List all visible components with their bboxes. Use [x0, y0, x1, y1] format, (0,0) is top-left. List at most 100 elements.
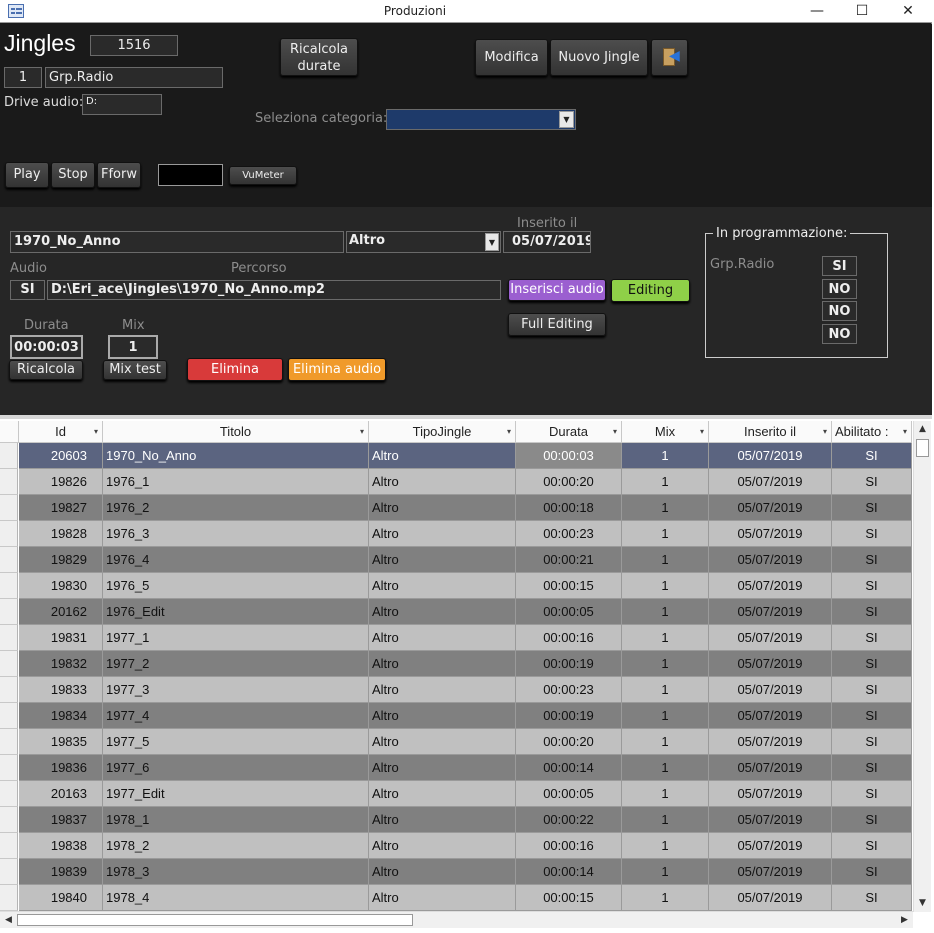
table-cell[interactable]: 1976_2 [103, 495, 369, 521]
close-button[interactable]: ✕ [885, 0, 931, 23]
programming-flag-2[interactable]: NO [822, 279, 857, 299]
record-selector[interactable] [0, 859, 18, 885]
table-cell[interactable]: 1977_2 [103, 651, 369, 677]
table-cell[interactable]: 00:00:05 [516, 781, 622, 807]
full-editing-button[interactable]: Full Editing [508, 313, 606, 336]
hscroll-thumb[interactable] [17, 914, 413, 926]
table-cell[interactable]: 1 [622, 885, 709, 911]
table-cell[interactable]: 00:00:19 [516, 703, 622, 729]
table-cell[interactable]: SI [832, 443, 912, 469]
record-selector[interactable] [0, 755, 18, 781]
group-id-field[interactable]: 1 [4, 67, 42, 88]
table-cell[interactable]: 00:00:21 [516, 547, 622, 573]
record-selector[interactable] [0, 495, 18, 521]
table-cell[interactable]: 1978_4 [103, 885, 369, 911]
table-cell[interactable]: SI [832, 495, 912, 521]
table-cell[interactable]: 1 [622, 859, 709, 885]
mix-field[interactable]: 1 [108, 335, 158, 359]
table-cell[interactable]: 05/07/2019 [709, 781, 832, 807]
table-cell[interactable]: Altro [369, 833, 516, 859]
table-cell[interactable]: 1 [622, 469, 709, 495]
table-row[interactable]: 19826 1976_1 Altro 00:00:20 1 05/07/2019 SI [0, 469, 912, 495]
table-cell[interactable]: 05/07/2019 [709, 443, 832, 469]
table-cell[interactable]: 00:00:15 [516, 885, 622, 911]
table-row[interactable]: 19831 1977_1 Altro 00:00:16 1 05/07/2019 SI [0, 625, 912, 651]
horizontal-scrollbar[interactable]: ◀ ▶ [0, 911, 913, 928]
column-header-inserito[interactable]: Inserito il ▾ [709, 421, 832, 443]
sort-arrow-icon[interactable]: ▾ [823, 421, 827, 442]
table-cell[interactable]: 1976_3 [103, 521, 369, 547]
table-cell[interactable]: 00:00:19 [516, 651, 622, 677]
nuovo-jingle-button[interactable]: Nuovo Jingle [550, 39, 648, 76]
table-cell[interactable]: Altro [369, 625, 516, 651]
elimina-button[interactable]: Elimina [187, 358, 283, 381]
table-row[interactable]: 19830 1976_5 Altro 00:00:15 1 05/07/2019 SI [0, 573, 912, 599]
table-cell[interactable]: 1977_5 [103, 729, 369, 755]
table-cell[interactable]: SI [832, 703, 912, 729]
table-row[interactable]: 19838 1978_2 Altro 00:00:16 1 05/07/2019 SI [0, 833, 912, 859]
scroll-left-arrow-icon[interactable]: ◀ [0, 912, 17, 928]
recalc-durations-button[interactable]: Ricalcola durate [280, 38, 358, 76]
table-row[interactable]: 19832 1977_2 Altro 00:00:19 1 05/07/2019 SI [0, 651, 912, 677]
table-cell[interactable]: 00:00:23 [516, 677, 622, 703]
column-header-abilitato[interactable]: Abilitato : ▾ [832, 421, 912, 443]
ricalcola-button[interactable]: Ricalcola [9, 360, 83, 380]
table-cell[interactable]: 00:00:16 [516, 833, 622, 859]
table-cell[interactable]: Altro [369, 677, 516, 703]
scroll-down-arrow-icon[interactable]: ▼ [914, 895, 931, 912]
table-cell[interactable]: 19827 [19, 495, 103, 521]
table-cell[interactable]: 00:00:05 [516, 599, 622, 625]
sort-arrow-icon[interactable]: ▾ [903, 421, 907, 442]
table-cell[interactable]: 19832 [19, 651, 103, 677]
select-all-corner[interactable] [0, 421, 19, 443]
stop-button[interactable]: Stop [51, 162, 95, 188]
table-cell[interactable]: SI [832, 885, 912, 911]
table-row[interactable]: 19840 1978_4 Altro 00:00:15 1 05/07/2019 SI [0, 885, 912, 911]
record-selector[interactable] [0, 521, 18, 547]
table-cell[interactable]: 1 [622, 521, 709, 547]
table-cell[interactable]: 05/07/2019 [709, 833, 832, 859]
programming-flag-4[interactable]: NO [822, 324, 857, 344]
column-header-id[interactable]: Id ▾ [19, 421, 103, 443]
column-header-mix[interactable]: Mix ▾ [622, 421, 709, 443]
table-cell[interactable]: 05/07/2019 [709, 885, 832, 911]
table-cell[interactable]: Altro [369, 807, 516, 833]
table-row[interactable]: 19836 1977_6 Altro 00:00:14 1 05/07/2019 SI [0, 755, 912, 781]
title-field[interactable]: 1970_No_Anno [10, 231, 344, 253]
record-selector[interactable] [0, 599, 18, 625]
table-cell[interactable]: Altro [369, 495, 516, 521]
record-selector[interactable] [0, 677, 18, 703]
vumeter-button[interactable]: VuMeter [229, 166, 297, 185]
record-selector[interactable] [0, 885, 18, 911]
table-cell[interactable]: 19838 [19, 833, 103, 859]
drive-audio-field[interactable]: D: [82, 94, 162, 115]
path-field[interactable]: D:\Eri_ace\Jingles\1970_No_Anno.mp2 [47, 280, 501, 300]
column-header-tipojingle[interactable]: TipoJingle ▾ [369, 421, 516, 443]
table-cell[interactable]: SI [832, 807, 912, 833]
table-cell[interactable]: 19830 [19, 573, 103, 599]
record-selector[interactable] [0, 729, 18, 755]
table-cell[interactable]: Altro [369, 781, 516, 807]
table-row[interactable]: 19829 1976_4 Altro 00:00:21 1 05/07/2019 SI [0, 547, 912, 573]
table-row[interactable]: 19827 1976_2 Altro 00:00:18 1 05/07/2019 SI [0, 495, 912, 521]
record-selector[interactable] [0, 703, 18, 729]
inserted-date-field[interactable]: 05/07/2019 [503, 231, 591, 253]
record-selector[interactable] [0, 469, 18, 495]
table-cell[interactable]: 1977_6 [103, 755, 369, 781]
record-selector[interactable] [0, 833, 18, 859]
play-button[interactable]: Play [5, 162, 49, 188]
table-cell[interactable]: 19833 [19, 677, 103, 703]
table-cell[interactable]: 1 [622, 625, 709, 651]
table-cell[interactable]: 1 [622, 781, 709, 807]
fforw-button[interactable]: Fforw [97, 162, 141, 188]
elimina-audio-button[interactable]: Elimina audio [288, 358, 386, 381]
table-cell[interactable]: 19831 [19, 625, 103, 651]
table-cell[interactable]: Altro [369, 651, 516, 677]
table-row[interactable]: 19837 1978_1 Altro 00:00:22 1 05/07/2019 SI [0, 807, 912, 833]
table-cell[interactable]: SI [832, 573, 912, 599]
table-cell[interactable]: 19834 [19, 703, 103, 729]
table-cell[interactable]: 1976_5 [103, 573, 369, 599]
table-cell[interactable]: Altro [369, 859, 516, 885]
table-cell[interactable]: 1976_1 [103, 469, 369, 495]
inserisci-audio-button[interactable]: Inserisci audio [508, 279, 606, 301]
